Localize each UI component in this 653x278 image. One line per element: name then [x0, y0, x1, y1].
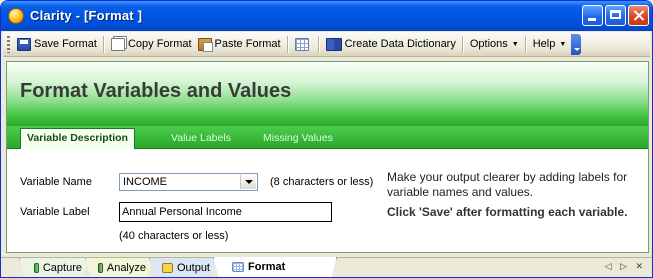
help-menu-button[interactable]: Help ▼ — [530, 34, 570, 55]
bottom-tab-label: Capture — [42, 261, 82, 274]
variable-label-hint: (40 characters or less) — [119, 230, 229, 242]
floppy-disk-icon — [17, 37, 31, 51]
variable-label-value: Annual Personal Income — [122, 206, 242, 218]
analyze-icon — [98, 263, 103, 273]
format-panel: Format Variables and Values Variable Des… — [6, 61, 649, 253]
tab-variable-description[interactable]: Variable Description — [20, 128, 135, 150]
bottom-tab-label: Analyze — [106, 261, 146, 274]
page-title: Format Variables and Values — [20, 80, 292, 102]
toolbar: Save Format Copy Format Paste Format Cre… — [3, 32, 650, 57]
title-bar[interactable]: Clarity - [Format ] — [1, 1, 652, 31]
variable-label-input[interactable]: Annual Personal Income — [119, 202, 332, 222]
grid-icon — [294, 37, 309, 51]
output-icon — [162, 263, 173, 273]
create-data-dictionary-button[interactable]: Create Data Dictionary — [323, 34, 459, 55]
format-icon — [232, 262, 244, 272]
bottom-tab-analyze[interactable]: Analyze — [85, 258, 153, 278]
toolbar-separator — [524, 35, 527, 53]
help-label: Help — [532, 38, 556, 50]
bottom-tab-output[interactable]: Output — [149, 258, 217, 278]
bottom-tab-label: Output — [176, 261, 210, 274]
copy-format-label: Copy Format — [127, 38, 192, 50]
save-format-button[interactable]: Save Format — [14, 34, 100, 55]
tab-value-labels[interactable]: Value Labels — [171, 129, 231, 148]
capture-icon — [34, 263, 39, 273]
toolbar-separator — [102, 35, 105, 53]
variable-name-hint: (8 characters or less) — [270, 176, 374, 188]
options-menu-button[interactable]: Options ▼ — [467, 34, 522, 55]
chevron-down-icon: ▼ — [511, 40, 519, 48]
minimize-button[interactable] — [582, 5, 603, 26]
bottom-tab-format[interactable]: Format — [213, 257, 337, 278]
paste-format-button[interactable]: Paste Format — [195, 34, 284, 55]
bottom-tab-label: Format — [248, 261, 286, 273]
close-button[interactable] — [628, 5, 649, 26]
banner: Format Variables and Values — [7, 62, 648, 126]
toolbar-separator — [317, 35, 320, 53]
variable-description-form: Variable Name INCOME (8 characters or le… — [7, 149, 648, 252]
toolbar-overflow-button[interactable] — [571, 33, 582, 55]
clarity-app-icon — [8, 8, 24, 24]
book-icon — [325, 37, 342, 51]
tab-navigation-controls[interactable]: ◁ ▷ ✕ — [605, 261, 646, 272]
save-note: Click 'Save' after formatting each varia… — [387, 205, 628, 219]
paste-format-label: Paste Format — [214, 38, 281, 50]
copy-icon — [110, 37, 125, 51]
grid-view-button[interactable] — [292, 34, 315, 55]
options-label: Options — [469, 38, 508, 50]
variable-name-label: Variable Name — [20, 176, 92, 188]
tab-bar: Variable Description Value Labels Missin… — [7, 126, 648, 150]
help-text: Make your output clearer by adding label… — [387, 170, 628, 199]
save-format-label: Save Format — [34, 38, 97, 50]
window-title: Clarity - [Format ] — [30, 8, 143, 23]
toolbar-separator — [461, 35, 464, 53]
bottom-tab-bar: Capture Analyze Output Format ◁ ▷ ✕ — [1, 257, 652, 278]
app-window: Clarity - [Format ] Save Format Copy For… — [0, 0, 653, 278]
bottom-tab-capture[interactable]: Capture — [19, 258, 89, 278]
maximize-button[interactable] — [605, 5, 626, 26]
chevron-down-icon: ▼ — [559, 40, 567, 48]
variable-name-select[interactable]: INCOME — [119, 173, 258, 191]
copy-format-button[interactable]: Copy Format — [108, 34, 195, 55]
tab-missing-values[interactable]: Missing Values — [263, 129, 333, 148]
toolbar-separator — [286, 35, 289, 53]
variable-name-value: INCOME — [123, 176, 167, 188]
paste-icon — [197, 37, 213, 52]
create-data-dictionary-label: Create Data Dictionary — [344, 38, 456, 50]
toolbar-grip[interactable] — [7, 35, 10, 53]
chevron-down-icon[interactable] — [240, 175, 256, 189]
variable-label-label: Variable Label — [20, 206, 90, 218]
